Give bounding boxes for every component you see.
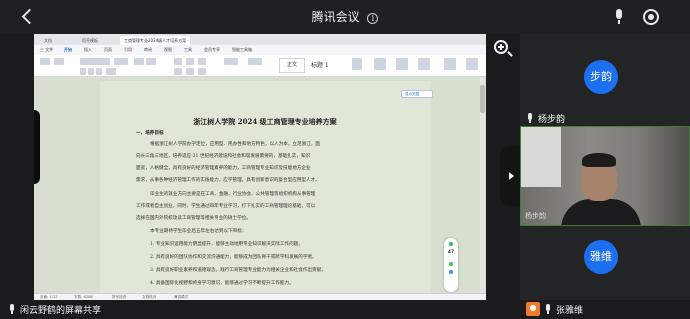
- select-icon[interactable]: [418, 58, 430, 70]
- paste-icon[interactable]: [40, 58, 50, 65]
- performance-value: 47: [447, 250, 455, 255]
- menu-tools[interactable]: 工具: [184, 47, 192, 53]
- doc-list-item: 4. 具备国际化视野和终身学习意识，能够通过学习不断提升工作能力。: [150, 281, 294, 286]
- styles-gallery-icon[interactable]: [352, 58, 362, 70]
- section-heading: 一、培养目标: [136, 131, 164, 136]
- participant-name: 杨步韵: [538, 115, 566, 125]
- doc-line: 本专业期待学生毕业后五年左右达到以下目标：: [150, 229, 247, 234]
- mic-icon[interactable]: [612, 9, 626, 25]
- align-left-icon[interactable]: [174, 68, 182, 75]
- paragraph-icon[interactable]: [248, 58, 262, 65]
- menu-home[interactable]: 开始: [64, 47, 72, 53]
- document-title: 浙江树人学院 2024 级工商管理专业培养方案: [193, 117, 337, 126]
- left-edge-handle[interactable]: [34, 110, 40, 184]
- participant-tile[interactable]: 雅维: [520, 226, 690, 300]
- wps-menu-bar: 三 文件 开始 插入 页面 引用 审阅 视图 工具 会员专享 智能工具箱: [34, 45, 486, 55]
- participant-video-tile[interactable]: 杨步韵: [520, 126, 690, 226]
- doc-line: 工作或者自主创业，同时，学生通过四年专业学习，打下扎实的工商管理理论基础，可以: [136, 204, 316, 209]
- share-doc-icon[interactable]: [466, 58, 478, 70]
- menu-view[interactable]: 视图: [164, 47, 172, 53]
- status-dot-icon: [449, 242, 453, 246]
- shared-screen: 文档 稻壳模板 工商管理专业2024级人才培养方案 三 文件 开始 插入 页面 …: [34, 34, 486, 300]
- avatar: 步韵: [584, 60, 618, 94]
- status-bar: 页面: 1/12 字数: 6288 拼写检查 文档校对 兼容模式: [34, 293, 486, 300]
- underline-icon[interactable]: [96, 68, 102, 75]
- meeting-title-group: 腾讯会议 i: [0, 8, 690, 25]
- avatar: 雅维: [584, 240, 618, 274]
- doc-line: 向长三角三地区，培养适应 21 世纪经济建设和社会和谐发展需要的，基础扎实，知识: [136, 154, 311, 159]
- doc-list-item: 1. 专业知识运用能力明显提升，能够主动地用专业知识解决实际工作问题。: [150, 242, 303, 247]
- wps-tab-bar: 文档 稻壳模板 工商管理专业2024级人才培养方案: [34, 34, 486, 45]
- record-icon[interactable]: [643, 9, 659, 25]
- numbering-icon[interactable]: [186, 58, 194, 65]
- doc-line: 根据浙江树人学院办学定位，应用型、民办性和地方特色，以人为本，立足浙江，面: [150, 142, 320, 147]
- top-bar: 腾讯会议 i: [0, 0, 690, 34]
- bold-icon[interactable]: [80, 68, 86, 75]
- participant-name: 杨步韵: [525, 212, 546, 220]
- doc-line: 面宽，人格健全，具有良好的经济管理素养的能力，工商管理专业知识及技能地方企业: [136, 166, 311, 171]
- text-tools-icon[interactable]: [374, 58, 386, 70]
- meeting-title: 腾讯会议: [311, 10, 360, 24]
- document-page[interactable]: 浙江树人学院 2024 级工商管理专业培养方案 一、培养目标 根据浙江树人学院办…: [100, 81, 430, 293]
- doc-line: 选择在国内外院校攻读工商管理等相关专业的硕士学位。: [136, 216, 251, 221]
- sharer-label-row: 闲云野鹤的屏幕共享: [8, 303, 101, 316]
- style-heading-1[interactable]: 标题 1: [311, 58, 341, 73]
- video-window: [521, 127, 561, 187]
- font-name-select[interactable]: [80, 58, 110, 65]
- document-area: 浙江树人学院 2024 级工商管理专业培养方案 一、培养目标 根据浙江树人学院办…: [34, 77, 486, 293]
- find-replace-icon[interactable]: [396, 58, 408, 70]
- menu-smart-tools[interactable]: 智能工具箱: [232, 47, 252, 53]
- shrink-font-icon[interactable]: [146, 58, 156, 65]
- align-right-icon[interactable]: [198, 68, 206, 75]
- menu-file[interactable]: 三 文件: [40, 47, 53, 53]
- video-person-hair: [582, 153, 616, 167]
- info-icon[interactable]: i: [367, 13, 379, 24]
- speaker-name: 张雅维: [556, 306, 584, 316]
- menu-page[interactable]: 页面: [104, 47, 112, 53]
- mic-icon: [8, 304, 16, 314]
- sharer-label: 闲云野鹤的屏幕共享: [20, 306, 102, 316]
- menu-member[interactable]: 会员专享: [204, 47, 220, 53]
- wps-tab-document[interactable]: 工商管理专业2024级人才培养方案: [120, 36, 191, 45]
- menu-reference[interactable]: 引用: [124, 47, 132, 53]
- wps-tab-docs[interactable]: 文档: [40, 36, 56, 45]
- doc-list-item: 2. 具有良好的团队协作和交流沟通能力，能够成为团队骨干或跨学科发展的学者。: [150, 255, 317, 260]
- italic-icon[interactable]: [88, 68, 94, 75]
- scrollbar-thumb[interactable]: [480, 85, 485, 113]
- doc-line: 毕业生的就业方向主要是在工商、金融、行业协会、公共管理等组织机构从事管理: [150, 192, 316, 197]
- ribbon: 正文 标题 1: [34, 55, 486, 77]
- menu-review[interactable]: 审阅: [144, 47, 152, 53]
- doc-line: 需求，从事各种经济管理工作的实践能力，应学管理，具有创新意识的复合型应用型人才。: [136, 178, 320, 183]
- speaker-avatar: [526, 302, 540, 316]
- line-spacing-icon[interactable]: [224, 58, 238, 65]
- wps-tab-templates[interactable]: 稻壳模板: [78, 36, 102, 45]
- bottom-bar: 闲云野鹤的屏幕共享 张雅维: [0, 300, 690, 319]
- participant-name-row: 杨步韵: [526, 112, 565, 125]
- mic-icon: [544, 304, 552, 314]
- font-color-icon[interactable]: [106, 68, 116, 75]
- doc-list-item: 3. 具有良好职业素养和道德观念，践行工商管理专业能力为相关企业和社会作出贡献。: [150, 268, 326, 273]
- speaker-label-row: 张雅维: [544, 303, 583, 316]
- status-dot-icon: [449, 270, 453, 274]
- font-size-select[interactable]: [114, 58, 128, 65]
- align-center-icon[interactable]: [186, 68, 194, 75]
- menu-insert[interactable]: 插入: [84, 47, 92, 53]
- style-normal[interactable]: 正文: [279, 58, 305, 73]
- format-painter-icon[interactable]: [444, 58, 456, 70]
- mic-icon: [526, 113, 534, 123]
- performance-widget[interactable]: 47: [444, 238, 458, 292]
- show-complete-button[interactable]: 显示完整: [401, 90, 433, 98]
- expand-panel-button[interactable]: [500, 146, 520, 206]
- zoom-in-icon[interactable]: [491, 37, 515, 61]
- participant-tile[interactable]: 步韵 杨步韵: [520, 34, 690, 126]
- status-dot-icon: [449, 262, 453, 266]
- grow-font-icon[interactable]: [134, 58, 144, 65]
- cut-icon[interactable]: [54, 58, 64, 65]
- bullets-icon[interactable]: [174, 58, 182, 65]
- scrollbar[interactable]: [480, 77, 485, 293]
- indent-icon[interactable]: [198, 58, 206, 65]
